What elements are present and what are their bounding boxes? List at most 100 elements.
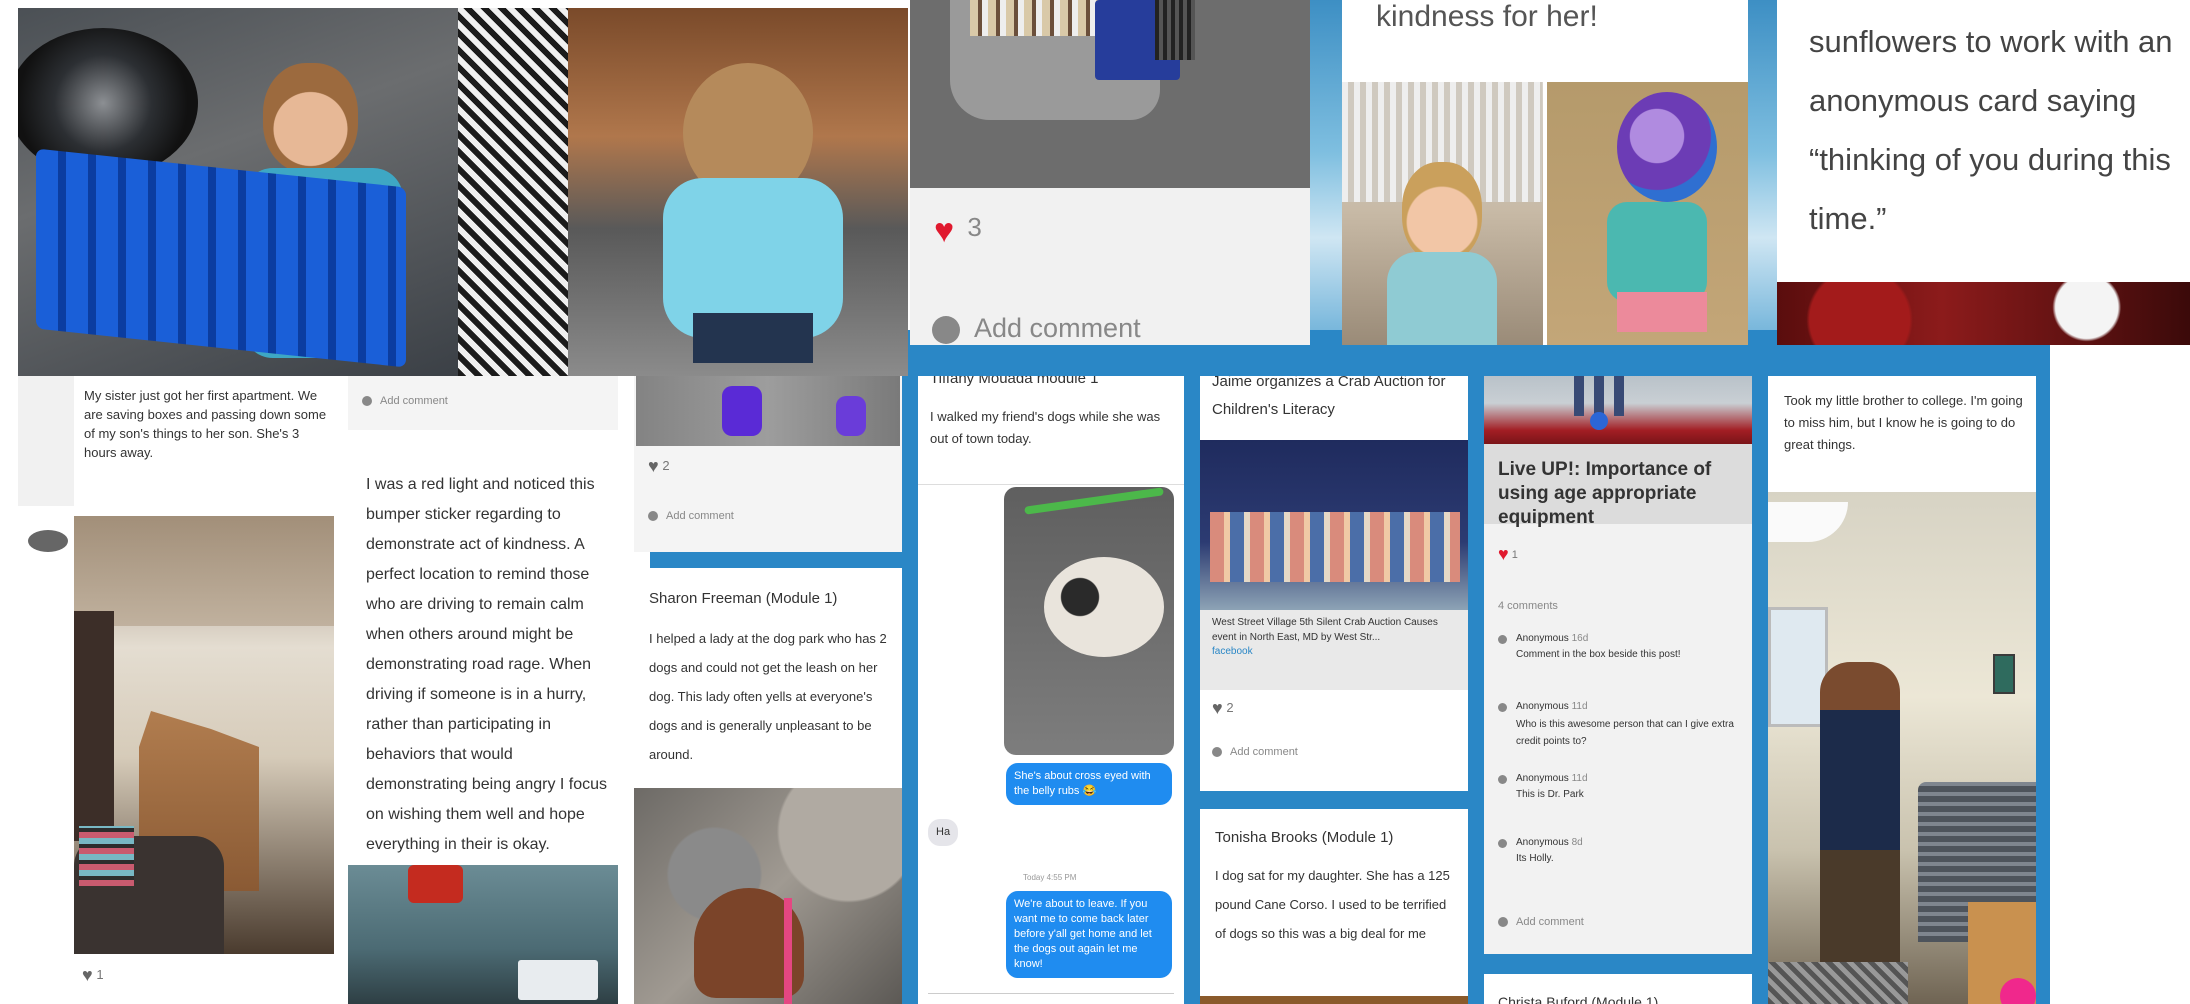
framed-picture (1993, 654, 2015, 694)
comment-text: Its Holly. (1516, 853, 1554, 864)
comment-author: Anonymous (1516, 633, 1569, 644)
like-row[interactable]: ♥ 1 (82, 965, 104, 986)
ceiling-light (1768, 502, 1848, 542)
curtain (74, 611, 114, 841)
girl-body (1387, 252, 1497, 345)
add-comment-label: Add comment (666, 510, 734, 522)
dorm-room-photo (1768, 492, 2036, 1004)
pink-leash (784, 898, 792, 1004)
feet-photo (636, 376, 900, 446)
comment-user-icon (1212, 747, 1222, 758)
link-title: West Street Village 5th Silent Crab Auct… (1212, 617, 1438, 643)
post-title: Christa Buford (Module 1) (1498, 994, 1659, 1004)
shih-tzu-photo (1004, 487, 1174, 755)
cart-handle (1155, 0, 1195, 60)
link-source: facebook (1212, 646, 1253, 657)
live-up-post-card: Live UP!: Importance of using age approp… (1484, 376, 1752, 954)
add-comment-row[interactable]: Add comment (648, 510, 734, 522)
text-message-screenshot: She's about cross eyed with the belly ru… (918, 484, 1184, 1004)
add-comment-label: Add comment (974, 313, 1141, 343)
bumper-sticker-post-card: I was a red light and noticed this bumpe… (348, 452, 618, 1004)
post-title: Live UP!: Importance of using age approp… (1498, 459, 1712, 528)
tail-light (408, 865, 463, 903)
sunflower-line-1: sunflowers to work with an (1809, 24, 2173, 59)
heart-icon[interactable]: ♥ (1212, 698, 1223, 719)
comment-user-icon (648, 511, 658, 522)
reaction-count: 3 (967, 212, 982, 242)
heart-icon[interactable]: ♥ (648, 456, 659, 477)
purple-helmet (1617, 92, 1717, 202)
heart-icon[interactable]: ♥ (934, 212, 954, 251)
add-comment-label: Add comment (1516, 916, 1584, 928)
blue-ball (1590, 412, 1608, 430)
like-row[interactable]: ♥ 1 (1498, 544, 1518, 565)
post-text: I dog sat for my daughter. She has a 125… (1215, 868, 1450, 941)
message-bubble-received: Ha (928, 819, 959, 846)
partial-card-edge (18, 376, 74, 506)
comment-age: 11d (1571, 773, 1588, 784)
kindness-post-card: kindness for her! (1342, 0, 1748, 345)
comment-header: Anonymous 16d (1516, 632, 1588, 646)
blue-basket (36, 148, 406, 368)
message-timestamp: Today 4:55 PM (1023, 873, 1077, 882)
comment-user-icon (1498, 917, 1508, 928)
heart-icon[interactable]: ♥ (1498, 544, 1509, 565)
child-at-table-photo (1342, 82, 1543, 345)
tiffany-post-card: Tiffany Mouada module 1 I walked my frie… (918, 376, 1184, 1004)
comment-age: 8d (1571, 837, 1583, 848)
auction-event-photo (1200, 440, 1468, 610)
girl-face (1402, 162, 1482, 262)
sneakers-2 (836, 396, 866, 436)
comment-text: Who is this awesome person that can I gi… (1516, 719, 1734, 747)
comment-user-icon (932, 315, 960, 344)
sunflowers-post-card: sunflowers to work with an anonymous car… (1777, 0, 2190, 345)
dog-on-rocks-photo (634, 788, 902, 1004)
group-of-people (1210, 512, 1460, 582)
like-row[interactable]: ♥ 2 (1212, 698, 1234, 719)
christa-post-card: Christa Buford (Module 1) (1484, 974, 1752, 1004)
window (1768, 607, 1828, 727)
kids-walking-photo (458, 8, 908, 376)
comment-text: Comment in the box beside this post! (1516, 649, 1681, 660)
partial-heart-icon (28, 530, 68, 552)
sharon-post-card: Sharon Freeman (Module 1) I helped a lad… (634, 568, 902, 1004)
add-comment-row[interactable]: Add comment (1498, 916, 1584, 928)
blanket (79, 826, 134, 886)
pink-shorts (1617, 292, 1707, 332)
ceiling (74, 516, 334, 626)
patterned-fabric (458, 8, 568, 376)
add-comment-row[interactable]: Add comment (1212, 746, 1298, 758)
crab-auction-post-card: Jaime organizes a Crab Auction for Child… (1200, 376, 1468, 791)
avatar-icon (1498, 635, 1507, 644)
child-helmet-photo (1547, 82, 1748, 345)
green-leash (1024, 487, 1164, 515)
comment-header: Anonymous 11d (1516, 772, 1588, 786)
avatar-icon (1498, 839, 1507, 848)
bin-post-card: ♥ 3 Add comment (910, 0, 1310, 345)
kids-basket-photo (18, 8, 458, 376)
reaction-row[interactable]: ♥ 3 (934, 212, 982, 251)
post-text: Took my little brother to college. I'm g… (1784, 393, 2023, 452)
add-comment-card: Add comment (348, 376, 618, 430)
helmet-child-body (1607, 202, 1707, 302)
child-head (263, 63, 358, 173)
apartment-post-card: My sister just got her first apartment. … (74, 376, 334, 1004)
like-row[interactable]: ♥ 2 (648, 456, 670, 477)
child-legs (1574, 376, 1634, 416)
comment-header: Anonymous 8d (1516, 836, 1583, 850)
kindness-text: kindness for her! (1376, 0, 1598, 33)
tonisha-post-card: Tonisha Brooks (Module 1) I dog sat for … (1200, 809, 1468, 1004)
heart-icon[interactable]: ♥ (82, 965, 93, 986)
like-count: 1 (1511, 549, 1518, 561)
facebook-link-preview[interactable]: West Street Village 5th Silent Crab Auct… (1200, 440, 1468, 690)
add-comment-row[interactable]: Add comment (932, 313, 1141, 344)
message-bubble-sent: She's about cross eyed with the belly ru… (1006, 763, 1172, 805)
sunflower-line-4: time.” (1809, 201, 1887, 236)
dog-walk-post-card: ♥ 2 Add comment (634, 376, 902, 552)
comment-age: 11d (1571, 701, 1588, 712)
message-bubble-sent-2: We're about to leave. If you want me to … (1006, 891, 1172, 978)
rug (1768, 962, 1908, 1004)
add-comment-row[interactable]: Add comment (362, 392, 448, 411)
comment-header: Anonymous 11d (1516, 700, 1588, 714)
next-photo-edge (1200, 996, 1468, 1004)
